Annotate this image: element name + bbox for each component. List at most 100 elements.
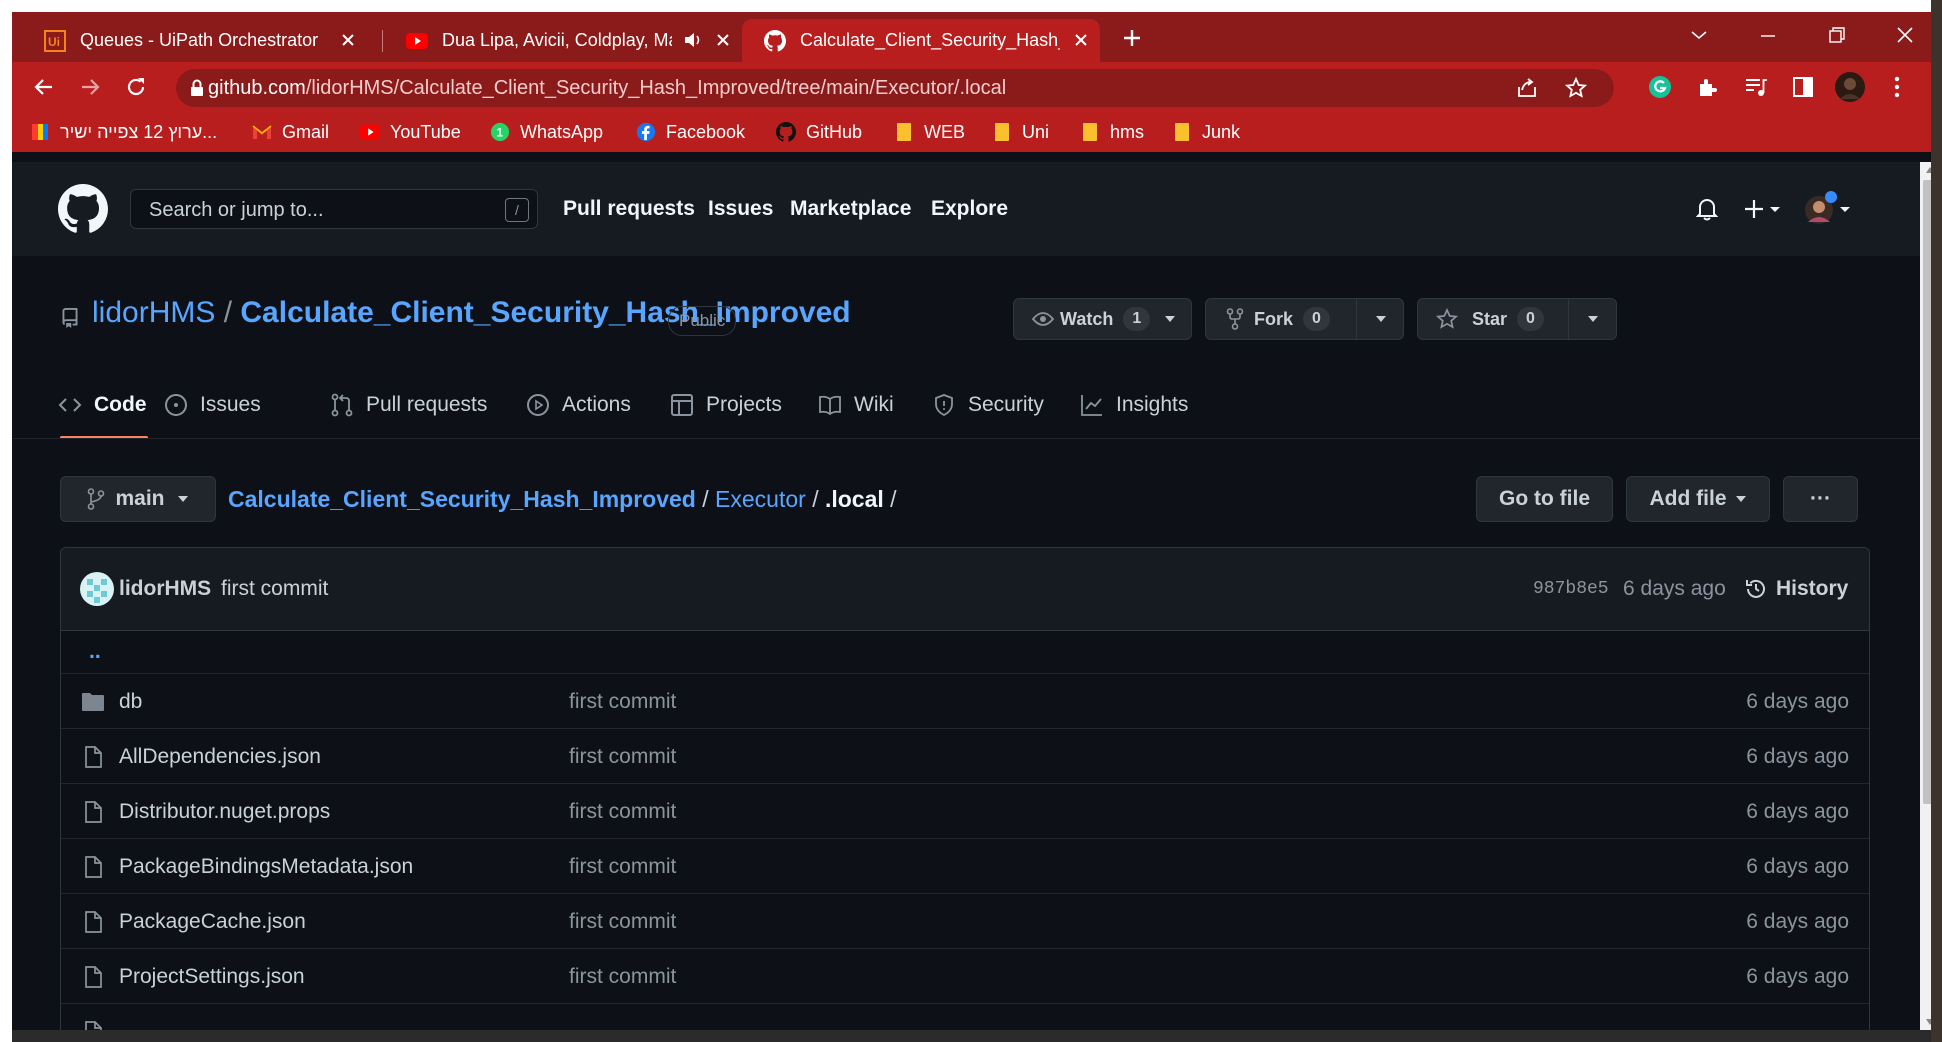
close-icon[interactable] — [339, 31, 357, 49]
watch-button[interactable]: Watch 1 — [1013, 298, 1192, 340]
repo-nav-divider — [12, 438, 1920, 439]
bookmark-gmail[interactable]: Gmail — [252, 112, 329, 152]
user-avatar[interactable] — [1802, 190, 1856, 226]
browser-tab-active[interactable]: Calculate_Client_Security_Hash_Ir — [742, 19, 1100, 62]
file-commit-message-link[interactable]: first commit — [569, 674, 676, 729]
tab-wiki[interactable]: Wiki — [818, 370, 894, 440]
lock-icon[interactable] — [190, 79, 204, 97]
history-link[interactable]: History — [1744, 548, 1848, 630]
file-name-link[interactable]: Distributor.nuget.props — [119, 784, 330, 839]
bookmark-github[interactable]: GitHub — [776, 112, 862, 152]
reload-icon[interactable] — [124, 75, 148, 99]
file-name-link[interactable]: PackageBindingsMetadata.json — [119, 839, 413, 894]
table-row[interactable]: AllDependencies.json first commit 6 days… — [61, 728, 1869, 783]
commit-message-link[interactable]: first commit — [221, 548, 328, 630]
media-control-icon[interactable] — [1744, 76, 1768, 98]
file-commit-message-link[interactable]: first commit — [569, 784, 676, 839]
bookmark-whatsapp[interactable]: 1 WhatsApp — [490, 112, 603, 152]
browser-tab[interactable]: Ui Queues - UiPath Orchestrator — [22, 19, 367, 62]
repo-owner-link[interactable]: lidorHMS — [92, 296, 215, 329]
notifications-bell-icon[interactable] — [1696, 197, 1718, 221]
back-icon[interactable] — [32, 75, 56, 99]
commit-sha-link[interactable]: 987b8e5 — [1533, 548, 1609, 630]
bookmark-star-icon[interactable] — [1565, 77, 1587, 99]
branch-select-button[interactable]: main — [60, 476, 216, 522]
window-close-icon[interactable] — [1896, 26, 1914, 44]
file-name-link[interactable]: AllDependencies.json — [119, 729, 321, 784]
tab-title: Queues - UiPath Orchestrator — [80, 30, 319, 50]
close-icon[interactable] — [714, 31, 732, 49]
table-row[interactable]: Distributor.nuget.props first commit 6 d… — [61, 783, 1869, 838]
nav-explore[interactable]: Explore — [931, 162, 1008, 256]
tab-security[interactable]: Security — [932, 370, 1044, 440]
bookmark-folder-hms[interactable]: hms — [1080, 112, 1144, 152]
star-button[interactable]: Star 0 — [1418, 299, 1569, 339]
tab-actions[interactable]: Actions — [526, 370, 631, 440]
table-row[interactable]: db first commit 6 days ago — [61, 673, 1869, 728]
fork-dropdown-caret-icon[interactable] — [1375, 315, 1387, 323]
tab-pull-requests[interactable]: Pull requests — [330, 370, 487, 440]
file-name-link[interactable]: ProjectSettings.json — [119, 949, 305, 1004]
file-commit-message-link[interactable]: first commit — [569, 949, 676, 1004]
bookmark-channel12[interactable]: ערוץ 12 צפייה ישיר... — [30, 112, 217, 152]
file-name-link[interactable]: db — [119, 674, 142, 729]
go-to-file-button[interactable]: Go to file — [1476, 476, 1613, 522]
new-tab-icon[interactable] — [1122, 28, 1142, 48]
breadcrumb-executor-link[interactable]: Executor — [715, 486, 806, 512]
parent-dir-link[interactable]: .. — [89, 630, 101, 673]
close-icon[interactable] — [1072, 31, 1090, 49]
nav-issues[interactable]: Issues — [708, 162, 773, 256]
tab-search-icon[interactable] — [1690, 28, 1708, 42]
bookmark-folder-uni[interactable]: Uni — [992, 112, 1049, 152]
table-row[interactable]: PackageBindingsMetadata.json first commi… — [61, 838, 1869, 893]
bookmark-facebook[interactable]: Facebook — [636, 112, 745, 152]
file-name-link[interactable]: PackageCache.json — [119, 894, 306, 949]
tab-projects[interactable]: Projects — [670, 370, 782, 440]
star-dropdown-caret-icon[interactable] — [1587, 315, 1599, 323]
grammarly-icon[interactable] — [1648, 75, 1672, 99]
table-row[interactable]: ProjectSettings.json first commit 6 days… — [61, 948, 1869, 1003]
nav-marketplace[interactable]: Marketplace — [790, 162, 911, 256]
tab-insights[interactable]: Insights — [1080, 370, 1188, 440]
table-row[interactable]: PackageCache.json first commit 6 days ag… — [61, 893, 1869, 948]
github-logo-icon[interactable] — [58, 184, 108, 234]
breadcrumb-repo-link[interactable]: Calculate_Client_Security_Hash_Improved — [228, 486, 696, 512]
bookmark-youtube[interactable]: YouTube — [360, 112, 461, 152]
create-new-plus-icon[interactable] — [1744, 198, 1784, 220]
nav-pull-requests[interactable]: Pull requests — [563, 162, 695, 256]
speaker-icon[interactable] — [684, 32, 702, 48]
share-icon[interactable] — [1516, 78, 1538, 98]
table-row-partial[interactable] — [61, 1003, 1869, 1030]
menu-icon[interactable] — [1894, 75, 1900, 99]
repo-name-link[interactable]: Calculate_Client_Security_Hash_Improved — [240, 296, 850, 329]
vertical-scroll-thumb[interactable] — [1923, 180, 1931, 804]
minimize-icon[interactable] — [1760, 34, 1776, 38]
add-file-button[interactable]: Add file — [1626, 476, 1770, 522]
commit-author-link[interactable]: lidorHMS — [119, 548, 211, 630]
search-input[interactable] — [131, 190, 511, 230]
github-icon — [764, 29, 786, 52]
browser-tab[interactable]: Dua Lipa, Avicii, Coldplay, Ma — [384, 19, 742, 62]
author-avatar[interactable] — [79, 571, 115, 607]
forward-icon[interactable] — [78, 75, 102, 99]
file-commit-message-link[interactable]: first commit — [569, 839, 676, 894]
side-panel-icon[interactable] — [1792, 76, 1814, 98]
fork-icon — [1226, 308, 1244, 330]
parent-dir-row[interactable]: .. — [61, 630, 1869, 673]
tab-code[interactable]: Code — [58, 370, 147, 440]
folder-icon — [992, 122, 1012, 142]
bookmark-folder-junk[interactable]: Junk — [1172, 112, 1240, 152]
extensions-icon[interactable] — [1696, 75, 1720, 99]
search-box[interactable]: / — [130, 189, 538, 230]
file-commit-message-link[interactable]: first commit — [569, 729, 676, 784]
repo-title: lidorHMS / Calculate_Client_Security_Has… — [92, 296, 851, 330]
fork-button[interactable]: Fork 0 — [1206, 299, 1357, 339]
vertical-scrollbar[interactable] — [1920, 162, 1931, 1030]
bookmark-folder-web[interactable]: WEB — [894, 112, 965, 152]
tab-security-label: Security — [968, 393, 1044, 416]
tab-issues[interactable]: Issues — [164, 370, 261, 440]
restore-icon[interactable] — [1828, 26, 1846, 44]
more-options-button[interactable]: ··· — [1783, 476, 1858, 522]
profile-avatar[interactable] — [1834, 71, 1866, 103]
file-commit-message-link[interactable]: first commit — [569, 894, 676, 949]
